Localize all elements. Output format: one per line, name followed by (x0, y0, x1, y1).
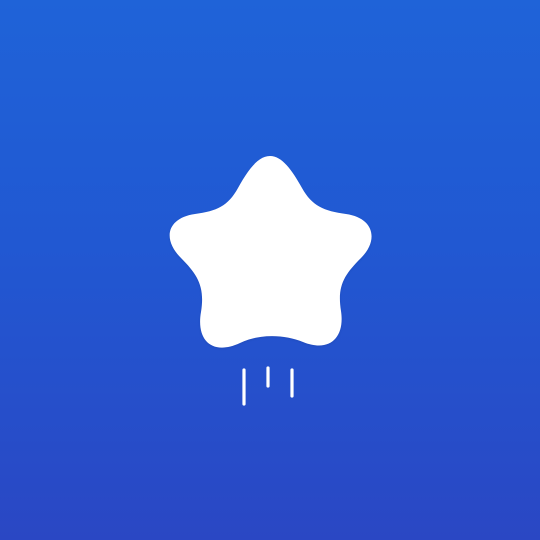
app-logo (169, 156, 372, 406)
splash-screen (0, 0, 540, 540)
star-shape (169, 156, 372, 348)
motion-lines-icon (242, 366, 294, 406)
star-icon (169, 156, 372, 348)
